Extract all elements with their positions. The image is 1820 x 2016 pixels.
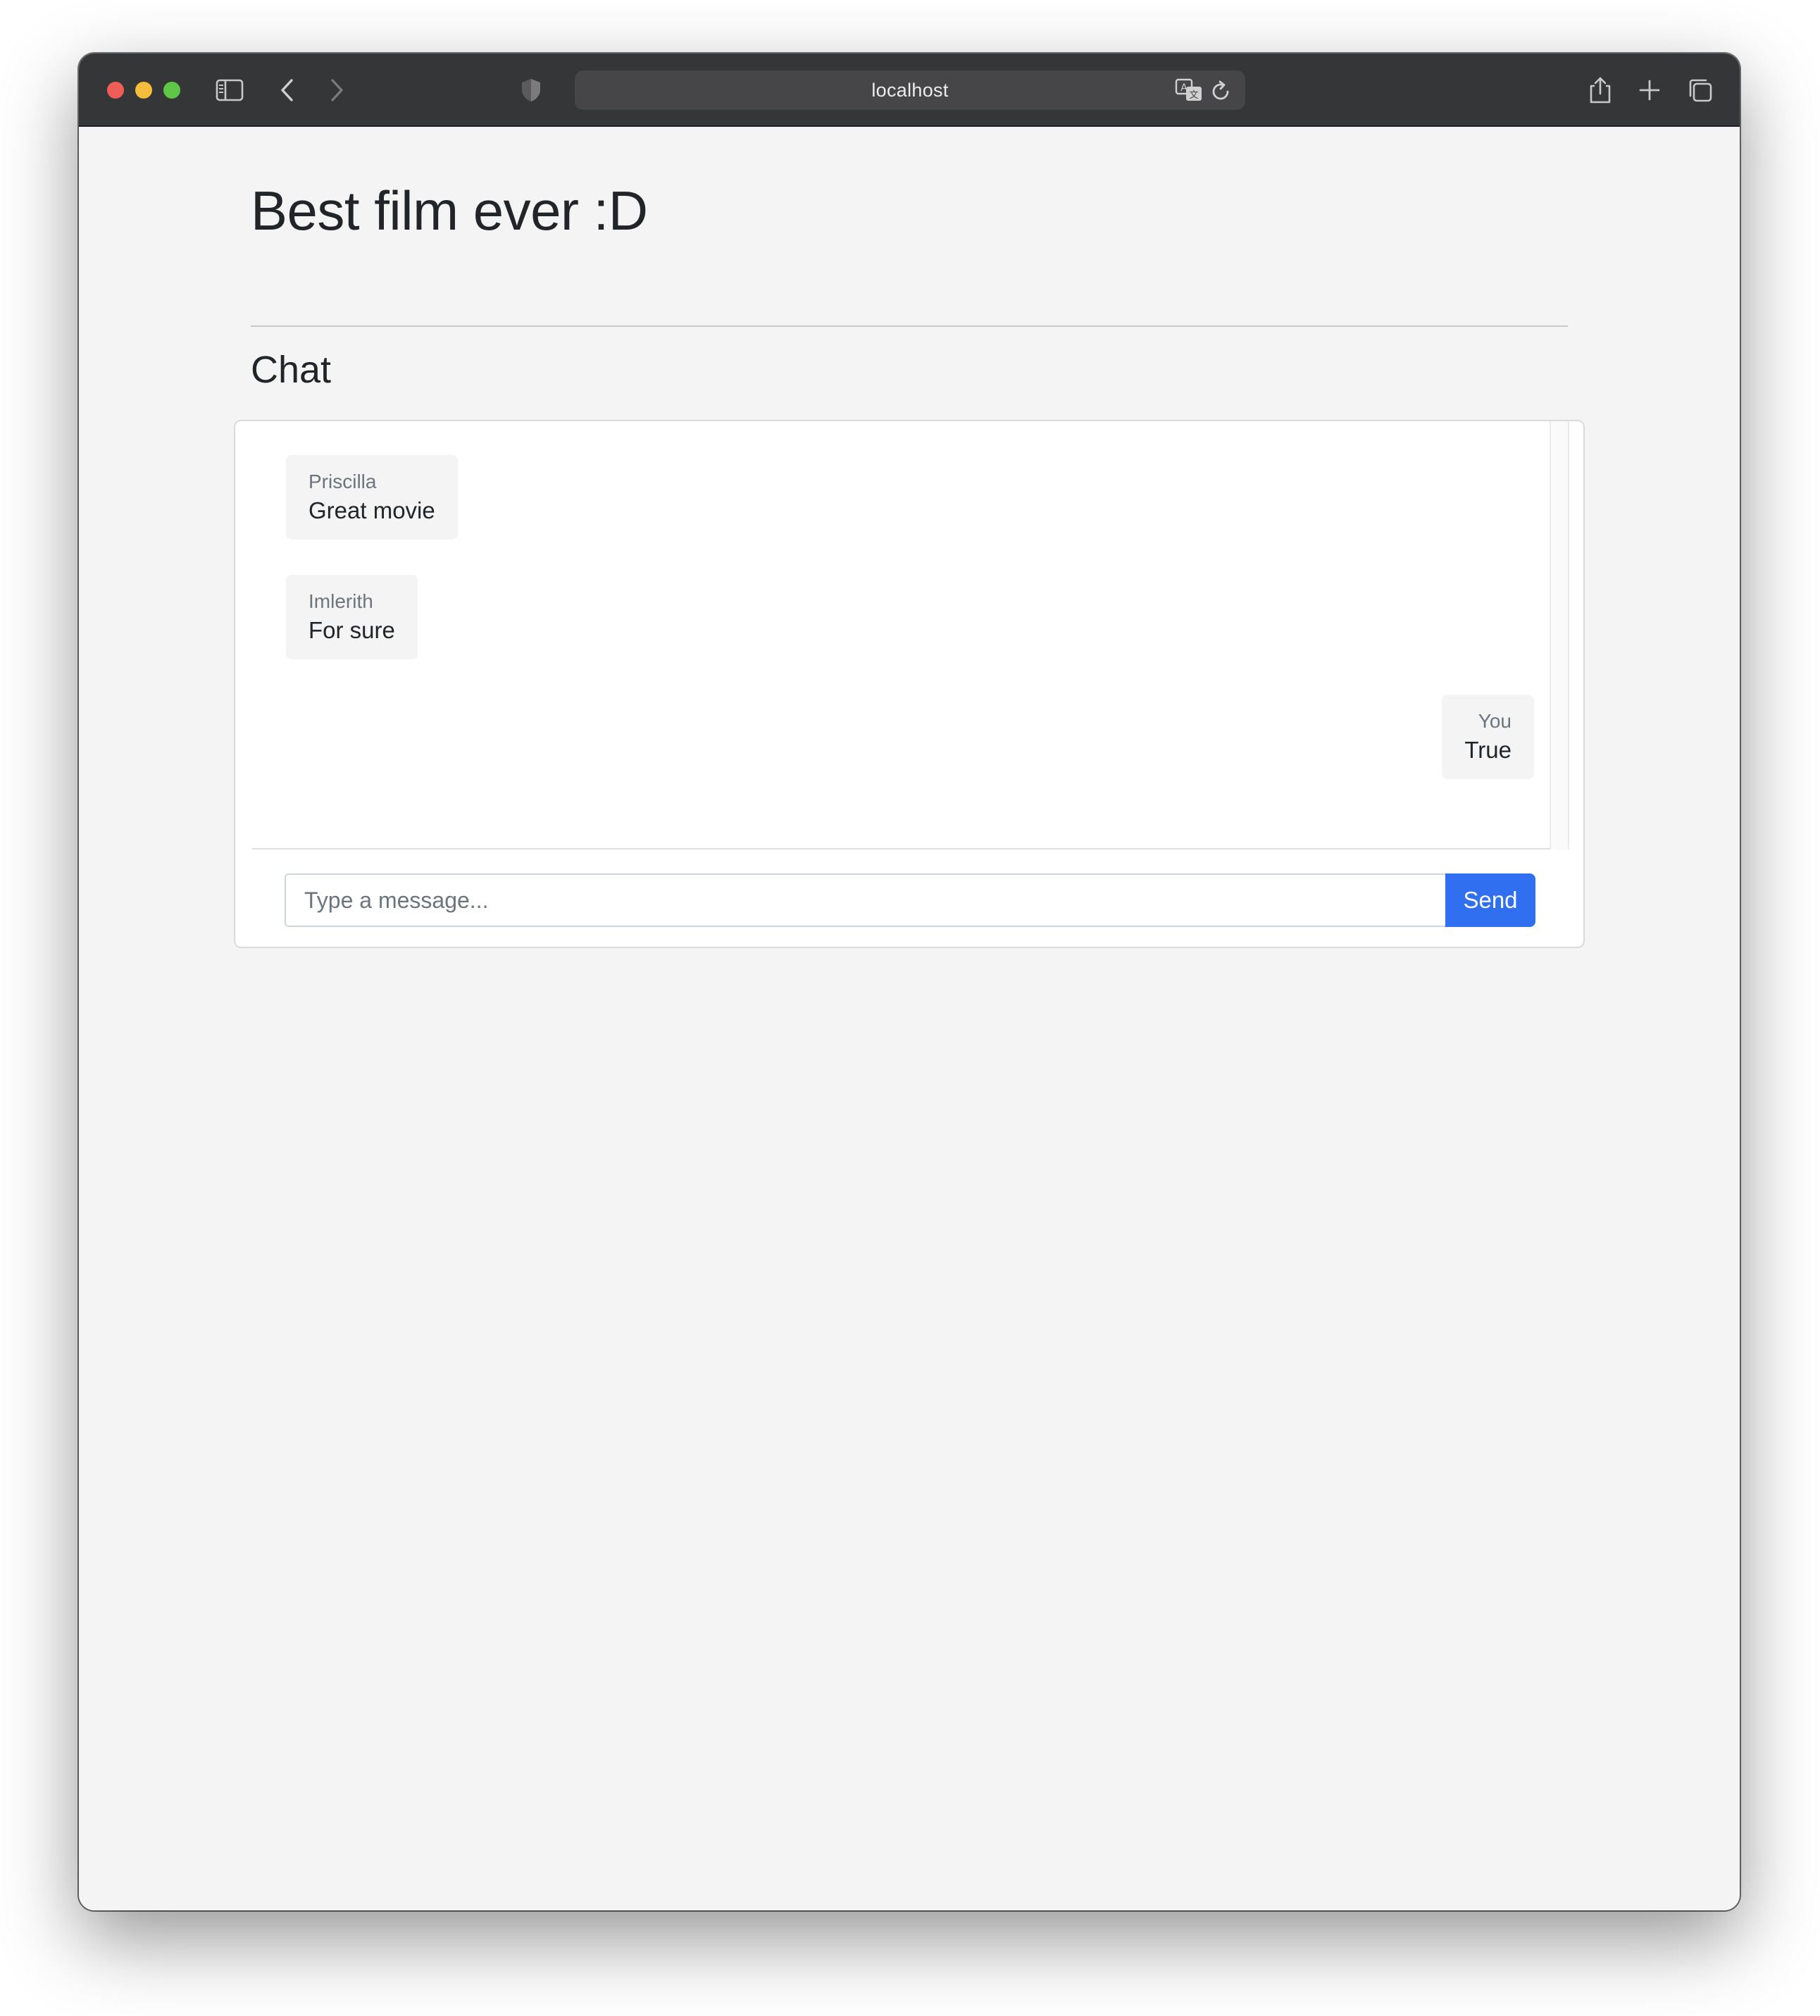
translate-icon[interactable]: A 文 xyxy=(1175,77,1203,103)
chat-heading: Chat xyxy=(251,349,332,391)
own-message-bubble: You True xyxy=(1442,695,1534,779)
page-title: Best film ever :D xyxy=(251,180,648,242)
chevron-right-icon[interactable] xyxy=(320,73,354,107)
title-divider xyxy=(251,325,1568,327)
message-bubble: Imlerith For sure xyxy=(286,575,418,659)
message-composer: Send xyxy=(285,873,1535,927)
address-bar[interactable]: localhost A 文 xyxy=(575,70,1245,110)
browser-window: localhost A 文 Best film ever:D Chat Pri… xyxy=(79,54,1740,1910)
plus-icon[interactable] xyxy=(1633,73,1666,107)
message-sender: Priscilla xyxy=(308,471,377,492)
message-text: Great movie xyxy=(308,497,435,523)
send-button[interactable]: Send xyxy=(1445,873,1535,927)
message-sender: Imlerith xyxy=(308,590,373,612)
svg-text:文: 文 xyxy=(1189,90,1198,101)
message-bubble: Priscilla Great movie xyxy=(286,455,458,540)
share-icon[interactable] xyxy=(1583,73,1617,107)
browser-toolbar: localhost A 文 xyxy=(79,54,1740,127)
shield-icon[interactable] xyxy=(514,73,548,107)
minimize-window-button[interactable] xyxy=(135,82,152,99)
url-text: localhost xyxy=(871,79,949,101)
message-list-scrollbar[interactable] xyxy=(1550,421,1569,850)
close-window-button[interactable] xyxy=(107,82,124,99)
message-text: True xyxy=(1464,737,1512,763)
message-sender: You xyxy=(1478,710,1512,732)
reload-icon[interactable] xyxy=(1209,79,1233,103)
page-content: Best film ever :D Chat Priscilla Great m… xyxy=(79,127,1740,1910)
sidebar-icon[interactable] xyxy=(213,73,247,107)
message-input[interactable] xyxy=(285,873,1445,927)
message-text: For sure xyxy=(308,617,395,643)
zoom-window-button[interactable] xyxy=(163,82,180,99)
chat-card: Priscilla Great movie Imlerith For sure … xyxy=(234,420,1585,948)
chevron-left-icon[interactable] xyxy=(270,73,304,107)
tabs-overview-icon[interactable] xyxy=(1683,73,1717,107)
message-list[interactable]: Priscilla Great movie Imlerith For sure … xyxy=(252,421,1569,850)
